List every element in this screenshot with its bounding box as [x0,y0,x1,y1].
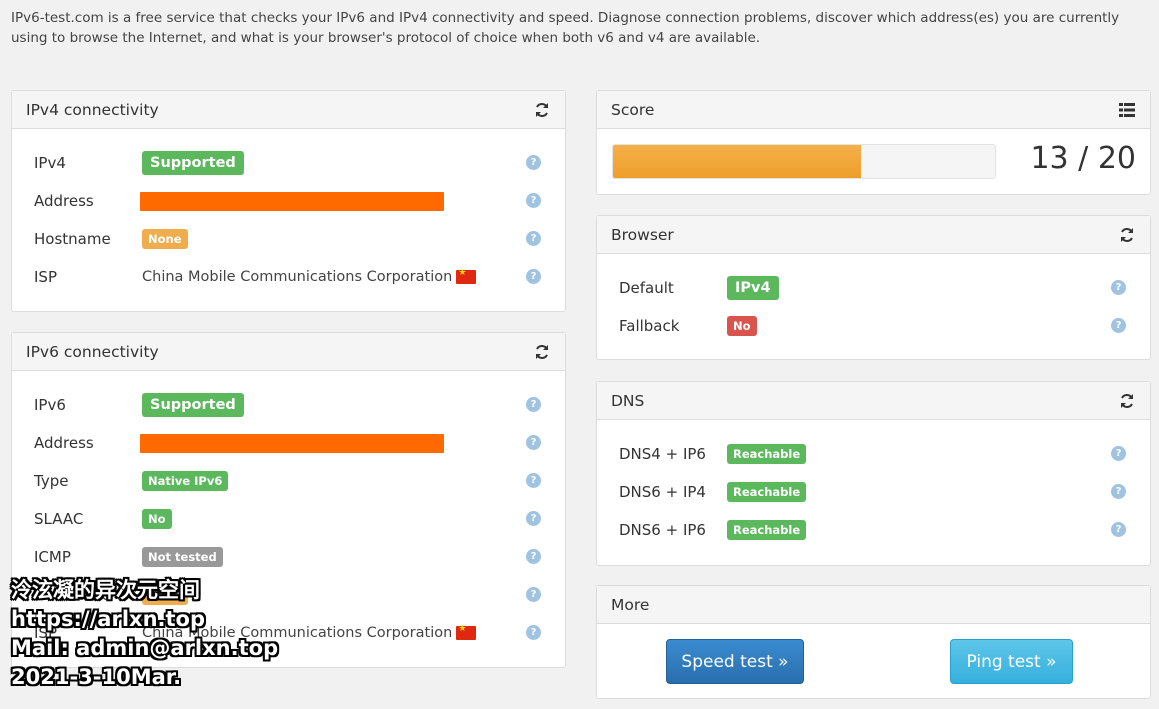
score-progress-bar [612,144,996,179]
speed-test-button[interactable]: Speed test » [666,639,804,684]
status-badge: Supported [142,393,244,417]
status-badge: Reachable [727,520,807,540]
intro-text: IPv6-test.com is a free service that che… [11,10,1120,46]
status-badge: None [142,229,188,249]
china-flag-icon [456,624,477,640]
browser-panel-header: Browser [597,216,1150,254]
more-panel: More Speed test » Ping test » [596,585,1151,699]
row-label: Hostname [34,230,111,248]
help-icon[interactable]: ? [526,625,541,640]
row-label: ISP [34,268,57,286]
help-icon[interactable]: ? [526,155,541,170]
refresh-icon[interactable] [1118,226,1136,244]
more-panel-header: More [597,586,1150,624]
help-icon[interactable]: ? [526,549,541,564]
help-icon[interactable]: ? [1111,522,1126,537]
row-label: Type [34,472,69,490]
more-panel-title: More [611,595,650,614]
help-icon[interactable]: ? [1111,318,1126,333]
ipv6-panel-title: IPv6 connectivity [26,342,159,361]
row-label: ICMP [34,548,71,566]
refresh-icon[interactable] [533,101,551,119]
browser-panel-title: Browser [611,225,674,244]
help-icon[interactable]: ? [526,435,541,450]
dns-row-dns4-ip6: DNS4 + IP6 Reachable ? [619,435,1139,473]
ipv6-panel-header: IPv6 connectivity [12,333,565,371]
help-icon[interactable]: ? [526,473,541,488]
help-icon[interactable]: ? [526,511,541,526]
help-icon[interactable]: ? [526,193,541,208]
row-label: DNS6 + IP4 [619,483,706,501]
ipv4-row-isp: ISP China Mobile Communications Corporat… [34,258,554,296]
ipv6-row-type: Type Native IPv6 ? [34,462,554,500]
help-icon[interactable]: ? [1111,484,1126,499]
help-icon[interactable]: ? [526,587,541,602]
ipv4-row-hostname: Hostname None ? [34,220,554,258]
score-panel: Score 13 / 20 [596,90,1151,195]
status-badge: Supported [142,151,244,175]
row-label: IPv6 [34,396,66,414]
browser-panel: Browser Default IPv4 ? Fallback No ? [596,215,1151,360]
dns-row-dns6-ip4: DNS6 + IP4 Reachable ? [619,473,1139,511]
help-icon[interactable]: ? [1111,280,1126,295]
dns-panel-header: DNS [597,382,1150,420]
isp-name: China Mobile Communications Corporation [142,269,453,285]
ipv6-row-ipv6: IPv6 Supported ? [34,386,554,424]
status-badge: Reachable [727,482,807,502]
ipv6-row-slaac: SLAAC No ? [34,500,554,538]
score-progress-fill [613,145,862,178]
ipv4-panel: IPv4 connectivity IPv4 Supported ? Addre… [11,90,566,312]
china-flag-icon [456,268,477,284]
status-badge: Reachable [727,444,807,464]
dns-panel-title: DNS [611,391,645,410]
row-label: IPv4 [34,154,66,172]
watermark-line: 泠泫凝的异次元空间 [11,578,200,602]
browser-row-fallback: Fallback No ? [619,307,1139,345]
row-label: Default [619,279,674,297]
list-icon[interactable] [1118,101,1136,119]
score-panel-header: Score [597,91,1150,129]
ipv4-row-address: Address ? [34,182,554,220]
row-label: Fallback [619,317,680,335]
row-label: Address [34,434,94,452]
row-label: DNS6 + IP6 [619,521,706,539]
row-label: DNS4 + IP6 [619,445,706,463]
watermark-line: Mail: admin@arlxn.top [11,636,279,660]
redacted-address [140,433,444,453]
help-icon[interactable]: ? [1111,446,1126,461]
row-label: SLAAC [34,510,84,528]
score-panel-title: Score [611,100,655,119]
score-value: 13 / 20 [1030,141,1136,176]
dns-panel: DNS DNS4 + IP6 Reachable ? DNS6 + IP4 Re… [596,381,1151,566]
ipv6-row-icmp: ICMP Not tested ? [34,538,554,576]
status-badge: IPv4 [727,276,779,300]
status-badge: No [142,509,172,529]
status-badge: Not tested [142,547,223,567]
watermark-overlay: 泠泫凝的异次元空间 https://arlxn.top Mail: admin@… [11,576,278,692]
help-icon[interactable]: ? [526,397,541,412]
ipv4-panel-header: IPv4 connectivity [12,91,565,129]
refresh-icon[interactable] [1118,392,1136,410]
ping-test-button[interactable]: Ping test » [950,639,1073,684]
ipv6-row-address: Address ? [34,424,554,462]
dns-row-dns6-ip6: DNS6 + IP6 Reachable ? [619,511,1139,549]
status-badge: No [727,316,757,336]
refresh-icon[interactable] [533,343,551,361]
browser-row-default: Default IPv4 ? [619,269,1139,307]
help-icon[interactable]: ? [526,269,541,284]
status-badge: Native IPv6 [142,471,229,491]
watermark-line: 2021-3-10Mar. [11,665,182,689]
help-icon[interactable]: ? [526,231,541,246]
ipv4-panel-title: IPv4 connectivity [26,100,159,119]
row-label: Address [34,192,94,210]
redacted-address [140,191,444,211]
ipv4-row-ipv4: IPv4 Supported ? [34,144,554,182]
watermark-line: https://arlxn.top [11,607,205,631]
